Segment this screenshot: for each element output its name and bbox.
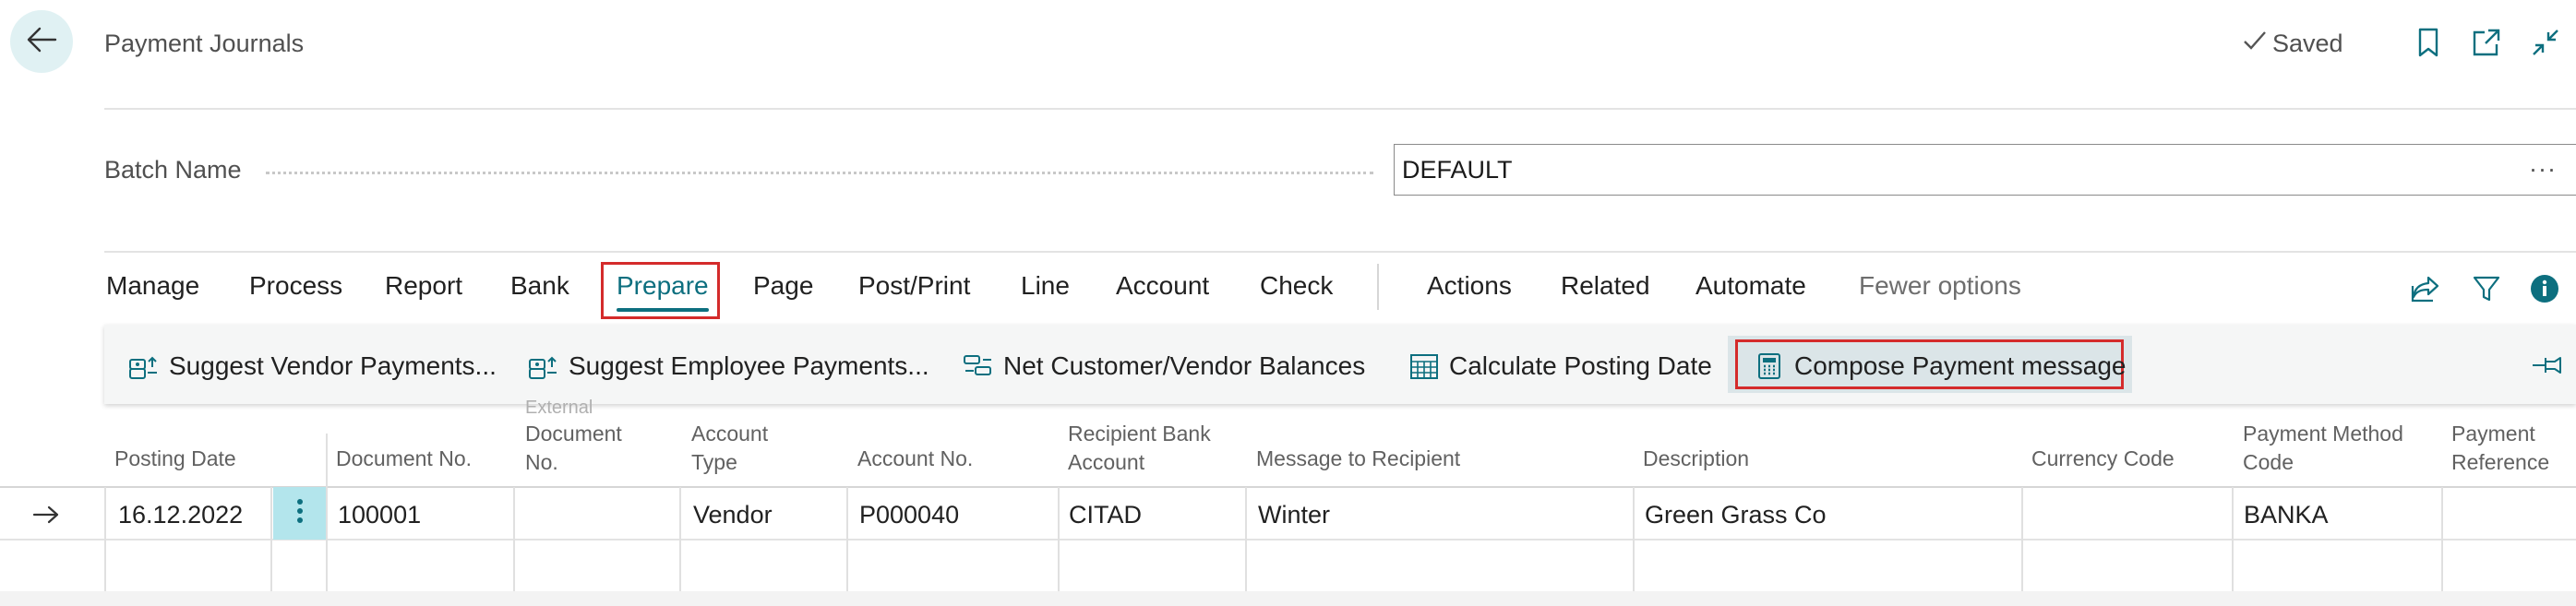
col-account-no[interactable]: Account No.: [857, 444, 973, 473]
col-account-type-line1[interactable]: Account: [691, 419, 768, 448]
back-button[interactable]: [10, 10, 73, 73]
page-title: Payment Journals: [104, 30, 305, 57]
col-recipient-bank-line2[interactable]: Account: [1068, 447, 1144, 477]
suggest-employee-payments-button[interactable]: Suggest Employee Payments...: [528, 351, 929, 381]
menu-page[interactable]: Page: [753, 271, 813, 301]
col-recipient-bank-line1[interactable]: Recipient Bank: [1068, 419, 1211, 448]
grid-col-line: [1245, 487, 1247, 591]
pin-icon[interactable]: [2531, 352, 2566, 380]
batch-name-label: Batch Name: [104, 156, 242, 184]
col-description[interactable]: Description: [1643, 444, 1749, 473]
menu-related[interactable]: Related: [1561, 271, 1650, 301]
col-posting-date[interactable]: Posting Date: [114, 444, 236, 473]
cell-document-no[interactable]: 100001: [338, 501, 421, 529]
col-payment-method-line1[interactable]: Payment Method: [2243, 419, 2403, 448]
suggest-employee-payments-label: Suggest Employee Payments...: [569, 351, 929, 380]
col-message-to-recipient[interactable]: Message to Recipient: [1256, 444, 1460, 473]
calendar-icon: [1408, 352, 1440, 380]
prepare-highlight-box: [601, 262, 720, 319]
col-payment-ref-line2[interactable]: Reference: [2451, 447, 2549, 477]
grid-col-line: [2021, 487, 2023, 591]
grid-col-line: [2232, 487, 2234, 591]
cell-recipient-bank[interactable]: CITAD: [1069, 501, 1142, 529]
collapse-icon[interactable]: [2529, 26, 2562, 59]
section-divider: [104, 251, 2576, 253]
suggest-payments-icon: [128, 352, 160, 380]
cell-account-type[interactable]: Vendor: [693, 501, 773, 529]
back-arrow-icon: [26, 26, 57, 58]
grid-col-line: [326, 434, 328, 591]
info-icon[interactable]: [2527, 271, 2562, 306]
compose-payment-message-button[interactable]: Compose Payment message: [1754, 351, 2127, 381]
grid-col-line: [679, 487, 681, 591]
vertical-ellipsis-icon: [296, 498, 304, 529]
open-new-window-icon[interactable]: [2470, 26, 2503, 59]
menu-actions[interactable]: Actions: [1427, 271, 1512, 301]
header-divider: [104, 108, 2576, 110]
menu-check[interactable]: Check: [1260, 271, 1333, 301]
field-dots: [266, 172, 1373, 174]
grid-col-line: [104, 487, 106, 591]
menu-manage[interactable]: Manage: [106, 271, 199, 301]
menu-process[interactable]: Process: [249, 271, 342, 301]
suggest-payments-icon: [528, 352, 559, 380]
grid-row-line: [0, 539, 2576, 541]
grid-col-line: [270, 487, 272, 591]
row-actions-button[interactable]: [273, 487, 326, 540]
col-account-type-line2[interactable]: Type: [691, 447, 737, 477]
col-document-no[interactable]: Document No.: [336, 444, 472, 473]
suggest-vendor-payments-label: Suggest Vendor Payments...: [169, 351, 497, 380]
menu-report[interactable]: Report: [385, 271, 462, 301]
checkmark-icon: [2243, 30, 2267, 58]
batch-name-field[interactable]: DEFAULT: [1394, 144, 2576, 196]
net-balances-label: Net Customer/Vendor Balances: [1003, 351, 1366, 380]
menu-automate[interactable]: Automate: [1695, 271, 1806, 301]
batch-lookup-button[interactable]: ···: [2529, 155, 2557, 184]
bottom-scroll-strip: [0, 591, 2576, 606]
menu-line[interactable]: Line: [1021, 271, 1070, 301]
menu-account[interactable]: Account: [1116, 271, 1209, 301]
cell-message-to-recipient[interactable]: Winter: [1258, 501, 1330, 529]
menu-separator: [1377, 264, 1379, 310]
compose-payment-message-label: Compose Payment message: [1794, 351, 2127, 380]
bookmark-icon[interactable]: [2412, 26, 2445, 59]
col-payment-method-line2[interactable]: Code: [2243, 447, 2294, 477]
grid-header-line: [0, 486, 2576, 488]
filter-icon[interactable]: [2469, 271, 2504, 306]
menu-post-print[interactable]: Post/Print: [858, 271, 970, 301]
cell-payment-method[interactable]: BANKA: [2244, 501, 2329, 529]
col-external-doc-line2[interactable]: Document: [525, 419, 622, 448]
calculator-icon: [1754, 352, 1785, 380]
net-balances-icon: [963, 352, 994, 380]
grid-col-line: [1058, 487, 1060, 591]
cell-description[interactable]: Green Grass Co: [1645, 501, 1827, 529]
col-currency-code[interactable]: Currency Code: [2031, 444, 2175, 473]
action-menu: Manage Process Report Bank Prepare Page …: [0, 271, 2576, 312]
cell-account-no[interactable]: P000040: [859, 501, 959, 529]
grid-col-line: [1633, 487, 1635, 591]
saved-status: Saved: [2243, 30, 2343, 58]
col-external-doc-line3[interactable]: No.: [525, 447, 558, 477]
current-row-arrow-icon: [28, 498, 65, 531]
grid-col-line: [2441, 487, 2443, 591]
fewer-options-button[interactable]: Fewer options: [1859, 271, 2021, 301]
menu-bank[interactable]: Bank: [510, 271, 569, 301]
grid-col-line: [513, 487, 515, 591]
share-icon[interactable]: [2408, 271, 2443, 306]
calculate-posting-date-button[interactable]: Calculate Posting Date: [1408, 351, 1712, 381]
grid-col-line: [846, 487, 848, 591]
saved-label: Saved: [2272, 30, 2343, 57]
calculate-posting-date-label: Calculate Posting Date: [1449, 351, 1712, 380]
suggest-vendor-payments-button[interactable]: Suggest Vendor Payments...: [128, 351, 497, 381]
cell-posting-date[interactable]: 16.12.2022: [118, 501, 243, 529]
col-payment-ref-line1[interactable]: Payment: [2451, 419, 2535, 448]
net-customer-vendor-balances-button[interactable]: Net Customer/Vendor Balances: [963, 351, 1365, 381]
